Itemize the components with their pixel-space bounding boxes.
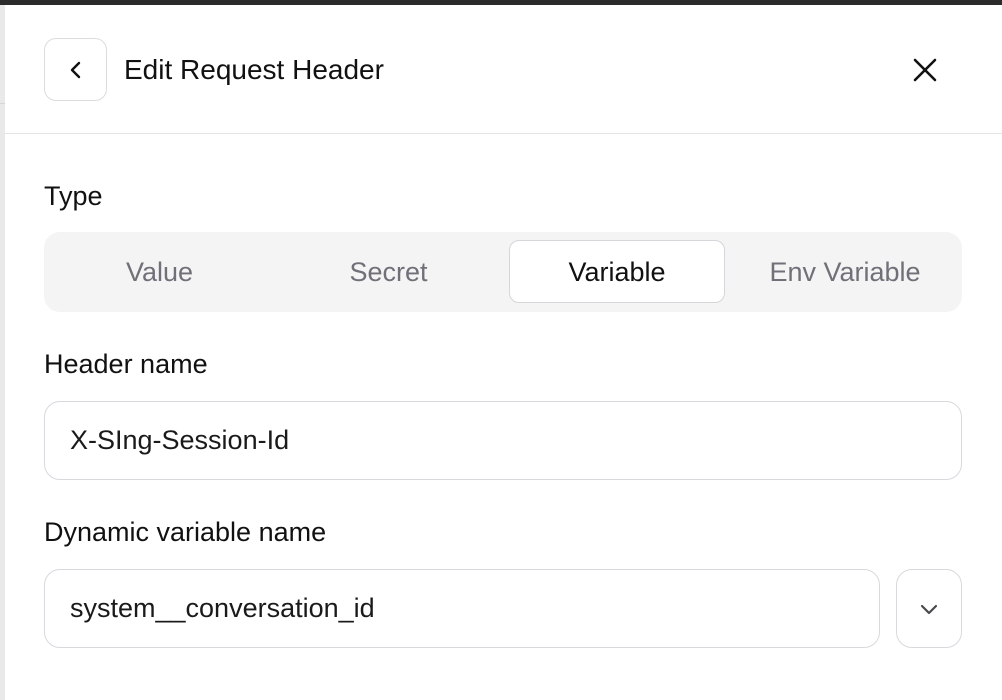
panel-header: Edit Request Header <box>5 5 1002 134</box>
dynamic-variable-label: Dynamic variable name <box>44 517 327 547</box>
chevron-left-icon <box>70 61 80 78</box>
header-name-input[interactable]: X-SIng-Session-Id <box>44 401 962 480</box>
type-option-variable[interactable]: Variable <box>509 240 725 303</box>
type-option-secret[interactable]: Secret <box>281 240 496 303</box>
chevron-down-icon <box>920 604 938 614</box>
edit-header-panel: Edit Request Header Type Value Secret Va… <box>5 5 1002 700</box>
type-segmented-control: Value Secret Variable Env Variable <box>44 232 962 312</box>
type-option-env-variable[interactable]: Env Variable <box>744 232 946 312</box>
panel-title: Edit Request Header <box>124 54 384 85</box>
header-name-label: Header name <box>44 349 208 379</box>
type-option-value[interactable]: Value <box>52 240 267 303</box>
dynamic-variable-input[interactable]: system__conversation_id <box>44 569 880 648</box>
close-icon <box>913 58 937 82</box>
back-button[interactable] <box>44 38 107 101</box>
close-button[interactable] <box>904 49 946 91</box>
variable-dropdown-button[interactable] <box>896 569 962 648</box>
type-label: Type <box>44 181 103 211</box>
